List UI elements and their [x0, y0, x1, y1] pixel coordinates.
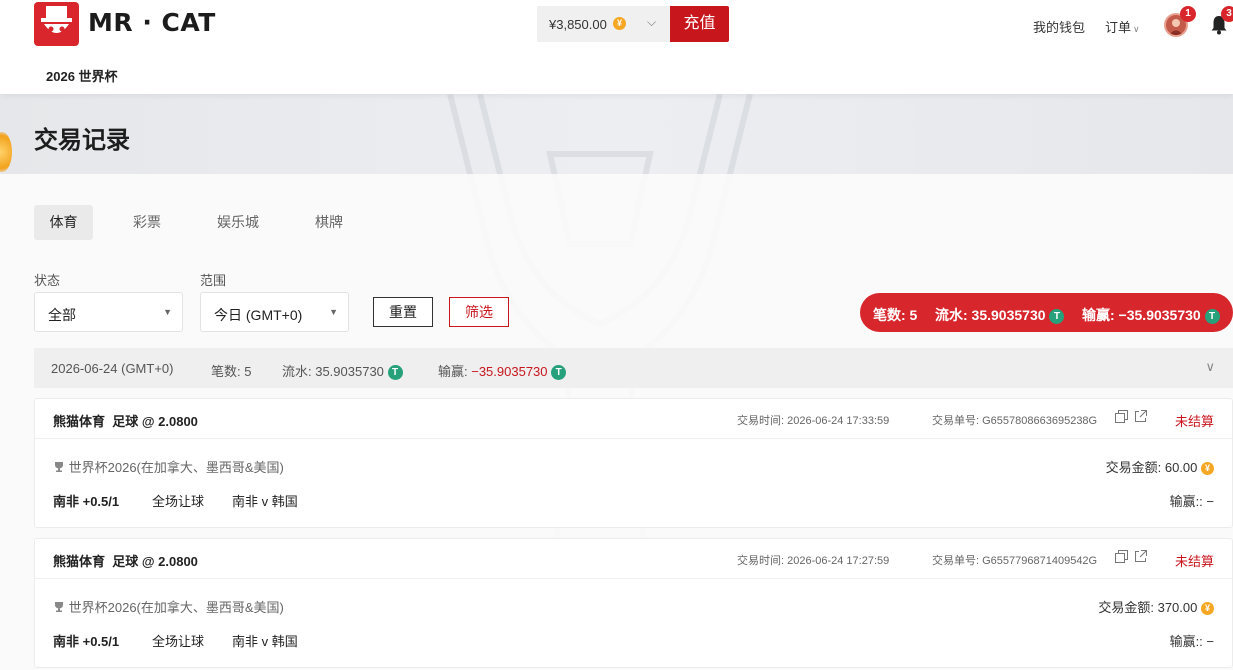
tab-lottery[interactable]: 彩票 [118, 205, 176, 240]
transaction-order-no: 交易单号: G6557808663695238G [932, 415, 1098, 427]
tether-icon: T [1049, 308, 1065, 324]
sport-odds: 足球 @ 2.0800 [112, 414, 198, 429]
page-banner [0, 94, 1233, 174]
transaction-amount-text: 交易金额: 370.00 [1098, 600, 1198, 615]
date-group-header[interactable]: 2026-06-24 (GMT+0) 笔数: 5 流水: 35.9035730 … [34, 348, 1233, 388]
notification-badge: 3 [1221, 6, 1233, 22]
tether-icon: T [551, 365, 567, 381]
orders-label: 订单 [1105, 20, 1132, 35]
date-group-winloss: 输赢: −35.9035730 T [438, 361, 567, 381]
transaction-card-header: 熊猫体育 足球 @ 2.0800 交易时间: 2026-06-24 17:27:… [35, 539, 1232, 579]
external-link-icon[interactable] [1134, 550, 1147, 566]
summary-winloss-text: 输赢: −35.9035730 [1082, 307, 1201, 323]
bet-market: 全场让球 [152, 494, 205, 509]
chevron-down-icon[interactable]: ⌵ [647, 15, 656, 30]
bet-match: 南非 v 韩国 [232, 634, 298, 649]
transaction-amount: 交易金额: 370.00 ¥ [1098, 597, 1214, 616]
bet-market: 全场让球 [152, 634, 205, 649]
logo-text[interactable]: MR · CAT [88, 8, 216, 37]
league-name: 世界杯2026(在加拿大、墨西哥&美国) [68, 600, 284, 615]
transaction-winloss: 输赢:: − [1169, 634, 1214, 649]
range-filter-label: 范围 [200, 273, 227, 288]
tether-icon: T [1204, 308, 1220, 324]
tab-sports[interactable]: 体育 [34, 205, 93, 240]
orders-menu[interactable]: 订单 ∨ [1105, 17, 1140, 36]
bet-match: 南非 v 韩国 [232, 494, 298, 509]
transaction-provider: 熊猫体育 足球 @ 2.0800 [53, 411, 198, 430]
league-name: 世界杯2026(在加拿大、墨西哥&美国) [68, 460, 284, 475]
tab-casino[interactable]: 娱乐城 [204, 205, 272, 240]
summary-count: 笔数: 5 [873, 307, 918, 323]
balance-selector[interactable]: ¥3,850.00 ¥ ⌵ [537, 6, 670, 42]
trophy-icon [53, 461, 65, 476]
my-wallet-link[interactable]: 我的钱包 [1033, 17, 1085, 36]
transaction-order-no: 交易单号: G6557796871409542G [932, 555, 1098, 567]
summary-winloss: 输赢: −35.9035730 T [1082, 305, 1220, 325]
recharge-button[interactable]: 充值 [670, 6, 729, 42]
status-filter-label: 状态 [34, 273, 61, 288]
bet-selection: 南非 +0.5/1 [53, 494, 120, 509]
status-select[interactable]: 全部 ▼ [34, 292, 183, 332]
nav-world-cup-2026[interactable]: 2026 世界杯 [46, 66, 118, 85]
transaction-amount-text: 交易金额: 60.00 [1105, 460, 1198, 475]
caret-down-icon: ▼ [329, 307, 338, 317]
summary-turnover: 流水: 35.9035730 T [935, 305, 1065, 325]
caret-down-icon: ▼ [163, 307, 172, 317]
reset-button[interactable]: 重置 [373, 297, 433, 327]
coin-icon: ¥ [1201, 602, 1214, 616]
sport-odds: 足球 @ 2.0800 [112, 554, 198, 569]
external-link-icon[interactable] [1134, 410, 1147, 426]
date-group-date: 2026-06-24 (GMT+0) [51, 361, 174, 376]
league-row: 世界杯2026(在加拿大、墨西哥&美国) [53, 597, 284, 616]
transaction-card-header: 熊猫体育 足球 @ 2.0800 交易时间: 2026-06-24 17:33:… [35, 399, 1232, 439]
transaction-time: 交易时间: 2026-06-24 17:27:59 [737, 555, 890, 567]
date-group-winloss-value: −35.9035730 [471, 364, 548, 379]
chevron-down-icon[interactable]: ∨ [1205, 359, 1215, 375]
transaction-winloss: 输赢:: − [1169, 494, 1214, 509]
tab-chess-cards[interactable]: 棋牌 [300, 205, 358, 240]
bet-selection: 南非 +0.5/1 [53, 634, 120, 649]
tether-icon: T [387, 365, 403, 381]
chevron-down-icon: ∨ [1133, 24, 1140, 34]
avatar-badge: 1 [1180, 6, 1196, 22]
copy-icon[interactable] [1115, 550, 1128, 566]
filter-button[interactable]: 筛选 [449, 297, 509, 327]
range-select-value: 今日 (GMT+0) [214, 307, 303, 323]
coin-icon: ¥ [613, 17, 626, 30]
status-badge: 未结算 [1174, 414, 1214, 429]
coin-icon: ¥ [1201, 462, 1214, 476]
summary-pill: 笔数: 5 流水: 35.9035730 T 输赢: −35.9035730 T [860, 293, 1233, 332]
date-group-turnover-text: 流水: 35.9035730 [282, 364, 384, 379]
top-header: MR · CAT 2026 世界杯 ¥3,850.00 ¥ ⌵ 充值 我的钱包 … [0, 0, 1233, 94]
logo-icon[interactable] [34, 2, 79, 46]
status-badge: 未结算 [1174, 554, 1214, 569]
date-group-winloss-label: 输赢: [438, 364, 472, 379]
balance-amount: ¥3,850.00 [549, 17, 607, 32]
league-row: 世界杯2026(在加拿大、墨西哥&美国) [53, 457, 284, 476]
date-group-count: 笔数: 5 [211, 364, 252, 379]
page-title: 交易记录 [34, 127, 130, 154]
status-select-value: 全部 [48, 307, 76, 323]
copy-icon[interactable] [1115, 410, 1128, 426]
trophy-icon [53, 601, 65, 616]
transaction-amount: 交易金额: 60.00 ¥ [1106, 457, 1214, 476]
provider-name: 熊猫体育 [53, 554, 106, 569]
transaction-provider: 熊猫体育 足球 @ 2.0800 [53, 551, 198, 570]
range-select[interactable]: 今日 (GMT+0) ▼ [200, 292, 349, 332]
transaction-time: 交易时间: 2026-06-24 17:33:59 [737, 415, 890, 427]
transaction-card[interactable]: 熊猫体育 足球 @ 2.0800 交易时间: 2026-06-24 17:33:… [34, 398, 1233, 528]
provider-name: 熊猫体育 [53, 414, 106, 429]
summary-turnover-text: 流水: 35.9035730 [935, 307, 1046, 323]
transaction-card[interactable]: 熊猫体育 足球 @ 2.0800 交易时间: 2026-06-24 17:27:… [34, 538, 1233, 668]
date-group-turnover: 流水: 35.9035730 T [282, 361, 403, 381]
